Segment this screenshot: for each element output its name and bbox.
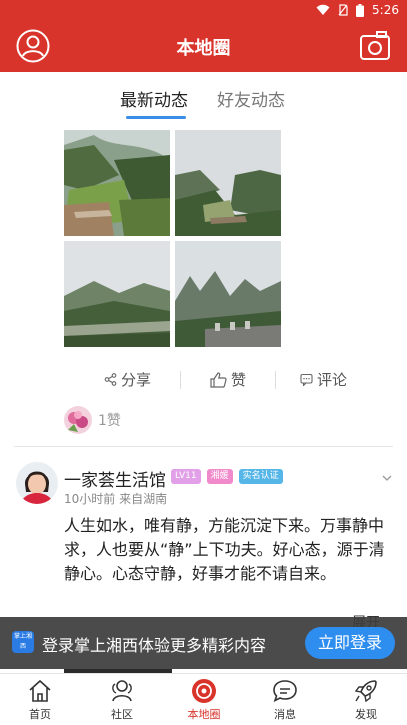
nav-messages[interactable]: 消息: [255, 678, 315, 722]
like-label: 赞: [231, 371, 247, 389]
nav-discover[interactable]: 发现: [336, 678, 396, 722]
app-logo: 掌上湘西: [12, 631, 34, 653]
mountain-photo-2: [175, 130, 281, 236]
nav-messages-label: 消息: [274, 708, 296, 721]
verified-badge: 实名认证: [238, 469, 283, 484]
action-separator: [275, 371, 276, 389]
author-name[interactable]: 一家荟生活馆: [64, 466, 166, 491]
share-label: 分享: [121, 371, 152, 389]
page-title: 本地圈: [176, 38, 231, 59]
role-badge: 湘媛: [206, 469, 233, 484]
mountain-photo-3: [64, 241, 170, 347]
nav-home[interactable]: 首页: [10, 678, 70, 722]
nav-local-circle-label: 本地圈: [187, 708, 221, 721]
comment-label: 评论: [317, 371, 348, 389]
discover-icon: [354, 680, 377, 703]
author-badges: LV11 湘媛 实名认证: [171, 469, 283, 484]
status-time: 5:26: [372, 3, 399, 17]
message-icon: [273, 680, 297, 703]
nav-community[interactable]: 社区: [92, 678, 152, 722]
action-separator: [180, 371, 181, 389]
post-actions: 分享 赞 评论: [0, 365, 407, 395]
camera-icon[interactable]: [359, 30, 391, 62]
thumbs-up-icon: [210, 371, 227, 388]
post-meta: 10小时前 来自湖南: [64, 492, 168, 506]
like-button[interactable]: 赞: [210, 369, 246, 390]
login-button[interactable]: 立即登录: [305, 627, 395, 659]
feed-tabs: 最新动态 好友动态: [0, 72, 407, 122]
post-content: 人生如水，唯有静，方能沉淀下来。万事静中求，人也要从“静”上下功夫。好心态，源于…: [64, 516, 385, 583]
wifi-icon: [316, 4, 330, 15]
author-avatar[interactable]: [16, 462, 58, 504]
login-banner: 掌上湘西 登录掌上湘西体验更多精彩内容 立即登录: [0, 617, 407, 669]
comment-icon: [300, 373, 313, 386]
community-icon: [112, 680, 132, 702]
liker-avatar[interactable]: [64, 406, 92, 434]
local-circle-icon: [192, 679, 216, 703]
bottom-nav: 首页 社区 本地圈 消息 发现: [0, 673, 407, 725]
active-tab-indicator: [126, 116, 186, 119]
post-photo-2[interactable]: [175, 130, 281, 236]
mountain-photo-1: [64, 130, 170, 236]
battery-icon: [356, 3, 365, 17]
post-photo-4[interactable]: [175, 241, 281, 347]
nav-home-label: 首页: [29, 708, 51, 721]
login-prompt: 登录掌上湘西体验更多精彩内容: [42, 636, 267, 655]
share-icon: [104, 373, 117, 386]
post-photo-1[interactable]: [64, 130, 170, 236]
nav-discover-label: 发现: [355, 708, 377, 721]
tab-friends[interactable]: 好友动态: [217, 86, 285, 111]
post-divider: [14, 446, 393, 447]
no-sim-icon: [338, 4, 348, 16]
top-app-bar: 本地圈: [0, 20, 407, 72]
chevron-down-icon[interactable]: [381, 472, 393, 484]
share-button[interactable]: 分享: [104, 369, 151, 390]
level-badge: LV11: [171, 469, 201, 484]
comment-button[interactable]: 评论: [300, 369, 347, 390]
likes-row[interactable]: 1赞: [64, 406, 121, 434]
nav-community-label: 社区: [111, 708, 133, 721]
nav-local-circle[interactable]: 本地圈: [174, 678, 234, 722]
post-photo-3[interactable]: [64, 241, 170, 347]
tab-latest[interactable]: 最新动态: [120, 86, 188, 111]
home-icon: [29, 679, 51, 702]
likes-count: 1赞: [98, 413, 121, 429]
app-screen: 5:26 本地圈 最新动态 好友动态 分享 赞 评论 1赞 一家荟生活馆 LV1…: [0, 0, 407, 725]
status-bar: 5:26: [0, 0, 407, 20]
mountain-photo-4: [175, 241, 281, 347]
